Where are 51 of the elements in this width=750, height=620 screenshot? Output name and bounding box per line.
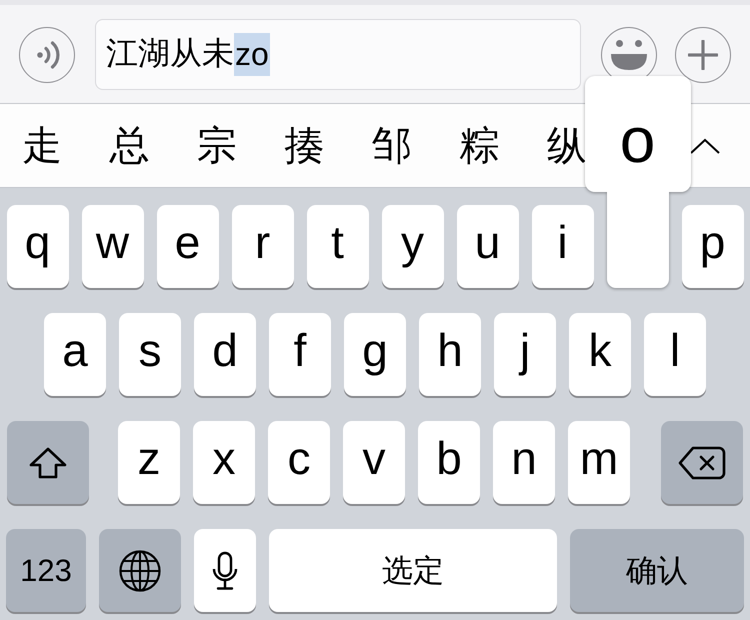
key-button[interactable]: p [682, 205, 744, 288]
confirm-key[interactable]: 确认 [570, 529, 744, 612]
backspace-icon [678, 446, 726, 480]
key-button[interactable]: m [568, 421, 630, 504]
shift-icon [29, 446, 67, 478]
key-button[interactable]: n [493, 421, 555, 504]
key-button[interactable]: f [269, 313, 331, 396]
key-button[interactable]: r [232, 205, 294, 288]
candidate-item[interactable]: 宗 [197, 124, 237, 168]
key-button[interactable]: t [306, 205, 368, 288]
key-button[interactable]: l [644, 313, 706, 396]
globe-key[interactable] [99, 529, 181, 612]
input-text: 江湖从未 [106, 34, 234, 73]
key-button[interactable]: s [119, 313, 181, 396]
key-button[interactable]: b [418, 421, 480, 504]
key-button[interactable]: q [6, 205, 68, 288]
space-key[interactable]: 选定 [269, 529, 557, 612]
candidate-item[interactable]: 邹 [372, 124, 412, 168]
key-button[interactable]: h [419, 313, 481, 396]
key-button[interactable]: g [344, 313, 406, 396]
key-button[interactable]: d [194, 313, 256, 396]
voice-button[interactable] [19, 27, 75, 83]
candidate-item[interactable]: 总 [110, 124, 150, 168]
plus-icon [688, 40, 718, 70]
key-button[interactable]: a [44, 313, 106, 396]
candidate-item[interactable]: 揍 [284, 124, 324, 168]
microphone-icon [211, 550, 239, 590]
key-button[interactable]: v [343, 421, 405, 504]
candidate-item[interactable]: 走 [22, 124, 62, 168]
key-button[interactable]: i [532, 205, 594, 288]
sound-wave-icon [36, 40, 62, 70]
shift-key[interactable] [7, 421, 89, 504]
chevron-up-icon[interactable] [689, 136, 721, 154]
delete-key[interactable] [661, 421, 743, 504]
message-input[interactable]: 江湖从未zo [95, 18, 581, 90]
key-button[interactable]: e [156, 205, 218, 288]
key-button[interactable]: z [118, 421, 180, 504]
key-button[interactable]: y [382, 205, 444, 288]
globe-icon [119, 550, 161, 592]
smiley-icon [610, 39, 648, 71]
candidate-item[interactable]: 粽 [460, 124, 500, 168]
marked-text: zo [234, 32, 270, 76]
candidate-item[interactable]: 纵 [547, 124, 587, 168]
key-button[interactable]: x [193, 421, 255, 504]
key-button[interactable]: j [494, 313, 556, 396]
numbers-key[interactable]: 123 [6, 529, 86, 612]
dictation-key[interactable] [194, 529, 256, 612]
key-button[interactable]: w [82, 205, 144, 288]
key-button[interactable]: u [456, 205, 518, 288]
key-button[interactable]: k [569, 313, 631, 396]
key-button[interactable]: c [268, 421, 330, 504]
